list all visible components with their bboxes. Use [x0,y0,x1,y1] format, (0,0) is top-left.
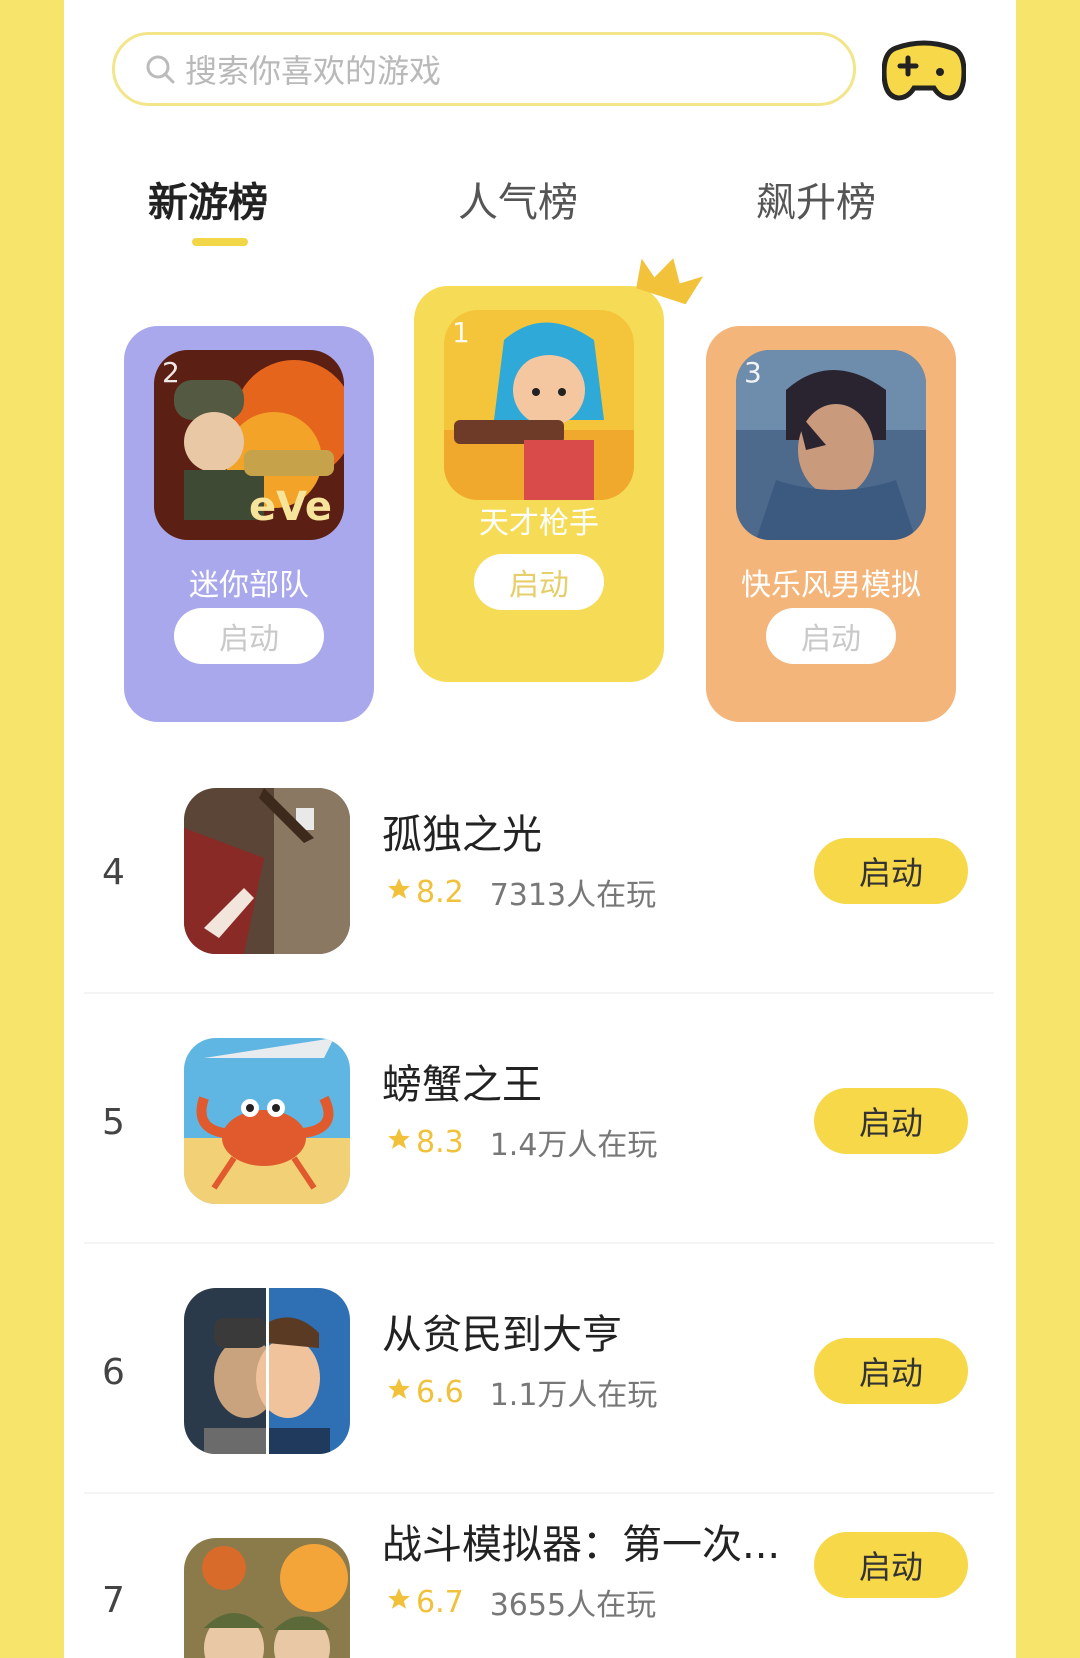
app-panel: 搜索你喜欢的游戏 新游榜 人气榜 飙升榜 2 eVe 迷你部队 启动 1 天才枪… [64,0,1016,1658]
player-count: 3655人在玩 [489,1588,657,1623]
player-count: 1.4万人在玩 [489,1128,658,1163]
podium-card-3[interactable]: 3 快乐风男模拟 启动 [706,326,956,722]
game-meta: 6.6 1.1万人在玩 [386,1370,657,1414]
player-count: 1.1万人在玩 [489,1378,658,1413]
game-meta: 8.3 1.4万人在玩 [386,1120,657,1164]
launch-button[interactable]: 启动 [814,1338,968,1404]
podium-card-2[interactable]: 2 eVe 迷你部队 启动 [124,326,374,722]
crab-king-game-icon [184,1038,350,1204]
game-name: 天才枪手 [479,506,599,541]
launch-button[interactable]: 启动 [174,608,324,664]
rank-number: 6 [102,1352,125,1393]
poor-to-tycoon-game-icon [184,1288,350,1454]
launch-button[interactable]: 启动 [474,554,604,610]
tab-rising[interactable]: 飙升榜 [756,170,876,228]
game-meta: 6.7 3655人在玩 [386,1580,656,1624]
rank-number: 4 [102,852,125,893]
svg-text:eVe: eVe [249,484,332,530]
gunner-girl-game-icon [444,310,634,500]
rating-score: 6.6 [416,1374,464,1410]
rating-score: 6.7 [416,1584,464,1620]
search-bar[interactable]: 搜索你喜欢的游戏 [112,32,856,106]
game-title: 孤独之光 [382,812,542,858]
launch-button[interactable]: 启动 [814,1532,968,1598]
search-placeholder: 搜索你喜欢的游戏 [185,52,442,90]
game-title: 从贫民到大亨 [382,1312,622,1358]
crown-icon [636,258,704,305]
game-title: 战斗模拟器：第一次... [382,1522,781,1568]
rank-number: 5 [102,1102,125,1143]
battle-simulator-game-icon [184,1538,350,1658]
game-name: 迷你部队 [189,568,309,603]
list-item[interactable]: 4 孤独之光 8.2 7313人在玩 启动 [64,742,1016,992]
star-icon [386,875,412,910]
launch-button[interactable]: 启动 [814,838,968,904]
rating-score: 8.2 [416,874,464,910]
game-title: 螃蟹之王 [382,1062,542,1108]
gamepad-icon[interactable] [881,38,967,104]
lonely-light-game-icon [184,788,350,954]
tab-popular[interactable]: 人气榜 [458,170,578,228]
rank-number: 7 [102,1580,125,1621]
player-count: 7313人在玩 [489,878,657,913]
game-meta: 8.2 7313人在玩 [386,870,656,914]
launch-button[interactable]: 启动 [766,608,896,664]
soldier-game-icon: eVe [154,350,344,540]
game-name: 快乐风男模拟 [741,568,921,603]
rating-score: 8.3 [416,1124,464,1160]
active-tab-indicator [192,238,248,246]
launch-button[interactable]: 启动 [814,1088,968,1154]
search-icon [143,52,177,86]
rank-number: 3 [744,356,762,389]
ranking-tabs: 新游榜 人气榜 飙升榜 [64,160,1016,250]
tab-new-games[interactable]: 新游榜 [148,170,268,228]
list-item[interactable]: 5 螃蟹之王 8.3 1.4万人在玩 启动 [64,992,1016,1242]
list-item[interactable]: 6 从贫民到大亨 6.6 1.1万人在玩 启动 [64,1242,1016,1492]
swordsman-game-icon [736,350,926,540]
rank-number: 2 [162,356,180,389]
star-icon [386,1125,412,1160]
podium-card-1[interactable]: 1 天才枪手 启动 [414,286,664,682]
star-icon [386,1585,412,1620]
star-icon [386,1375,412,1410]
list-item[interactable]: 7 战斗模拟器：第一次... 6.7 3655人在玩 启动 [64,1492,1016,1658]
rank-number: 1 [452,316,470,349]
